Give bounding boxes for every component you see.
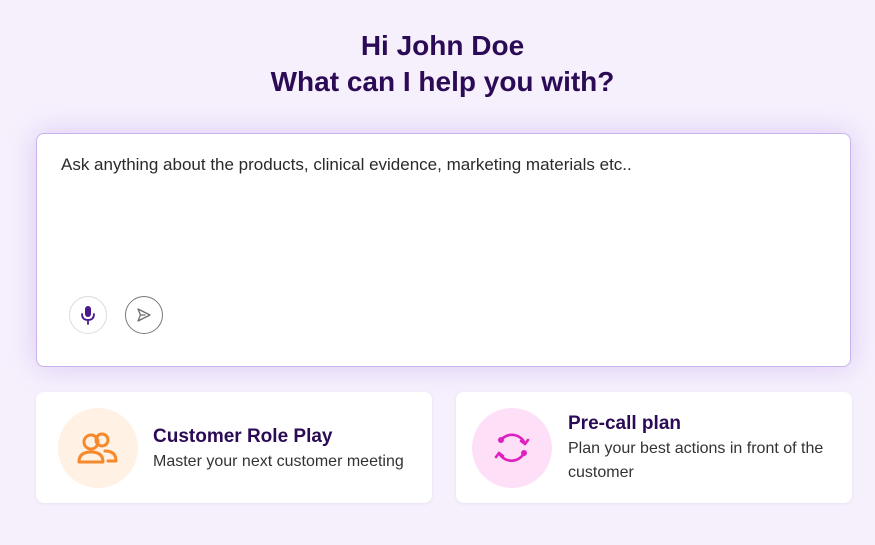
card-title: Customer Role Play xyxy=(153,426,333,447)
prompt-input[interactable]: Ask anything about the products, clinica… xyxy=(61,155,632,175)
card-description: Plan your best actions in front of the c… xyxy=(568,440,824,481)
card-icon-container xyxy=(472,408,552,488)
greeting-name: Hi John Doe xyxy=(360,30,525,61)
users-icon xyxy=(77,432,118,464)
send-icon xyxy=(137,308,151,322)
pre-call-plan-card[interactable]: Pre-call plan Plan your best actions in … xyxy=(456,392,852,503)
greeting-heading: Hi John Doe What can I help you with? xyxy=(0,28,875,100)
refresh-cycle-icon xyxy=(494,433,530,462)
microphone-button[interactable] xyxy=(69,296,107,334)
customer-role-play-card[interactable]: Customer Role Play Master your next cust… xyxy=(36,392,432,503)
prompt-box[interactable]: Ask anything about the products, clinica… xyxy=(36,133,851,367)
card-description: Master your next customer meeting xyxy=(153,453,404,470)
card-icon-container xyxy=(58,408,138,488)
send-button[interactable] xyxy=(125,296,163,334)
greeting-question: What can I help you with? xyxy=(270,66,615,97)
microphone-icon xyxy=(81,306,95,325)
card-title: Pre-call plan xyxy=(568,413,681,434)
